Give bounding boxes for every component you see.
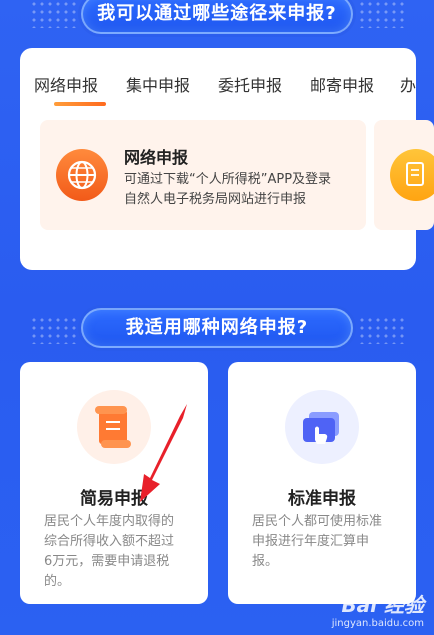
watermark-url: jingyan.baidu.com (331, 618, 424, 629)
method-desc-line: 可通过下载“个人所得税”APP及登录 (124, 172, 332, 187)
channels-card: 网络申报 集中申报 委托申报 邮寄申报 办 网络申报 可通过下载“个人所得税”A… (20, 48, 434, 270)
option-desc-line: 申报进行年度汇算申 (252, 534, 370, 549)
tab-online[interactable]: 网络申报 (34, 72, 98, 96)
option-title: 简易申报 (80, 489, 148, 509)
hand-card-icon (285, 390, 359, 464)
option-desc-line: 报。 (252, 554, 279, 569)
section-title-online-types: 我适用哪种网络申报? (81, 308, 353, 348)
method-title: 网络申报 (124, 148, 189, 167)
dots-decoration (30, 0, 76, 28)
option-desc-line: 居民个人年度内取得的 (44, 514, 175, 529)
tab-centralized[interactable]: 集中申报 (126, 72, 190, 96)
method-card-next[interactable] (374, 120, 434, 230)
option-desc-line: 的。 (44, 574, 71, 589)
watermark-logo: Bai 经验 (341, 593, 424, 617)
option-description: 居民个人年度内取得的 综合所得收入额不超过 6万元，需要申请退税 的。 (44, 512, 174, 592)
dots-decoration (30, 316, 76, 344)
dots-decoration (358, 0, 404, 28)
dots-decoration (358, 316, 404, 344)
globe-icon (56, 149, 108, 201)
option-description: 居民个人都可使用标准 申报进行年度汇算申 报。 (252, 512, 382, 572)
tab-entrusted[interactable]: 委托申报 (218, 72, 282, 96)
tab-mail[interactable]: 邮寄申报 (310, 72, 374, 96)
method-description: 可通过下载“个人所得税”APP及登录 自然人电子税务局网站进行申报 (124, 170, 331, 210)
scroll-icon (77, 390, 151, 464)
tab-more[interactable]: 办 (400, 72, 416, 96)
option-card-simple[interactable]: 简易申报 居民个人年度内取得的 综合所得收入额不超过 6万元，需要申请退税 的。 (20, 362, 208, 604)
section-title-channels: 我可以通过哪些途径来申报? (81, 0, 353, 34)
watermark: Bai 经验 jingyan.baidu.com (332, 589, 424, 629)
option-desc-line: 6万元，需要申请退税 (44, 554, 170, 569)
option-title: 标准申报 (288, 489, 356, 509)
option-card-standard[interactable]: 标准申报 居民个人都可使用标准 申报进行年度汇算申 报。 (228, 362, 416, 604)
option-desc-line: 居民个人都可使用标准 (252, 514, 383, 529)
tab-active-indicator (54, 102, 106, 106)
method-desc-line: 自然人电子税务局网站进行申报 (124, 192, 307, 207)
document-icon (390, 149, 434, 201)
tab-bar: 网络申报 集中申报 委托申报 邮寄申报 办 (20, 48, 416, 108)
option-desc-line: 综合所得收入额不超过 (44, 534, 175, 549)
method-card-online[interactable]: 网络申报 可通过下载“个人所得税”APP及登录 自然人电子税务局网站进行申报 (40, 120, 366, 230)
